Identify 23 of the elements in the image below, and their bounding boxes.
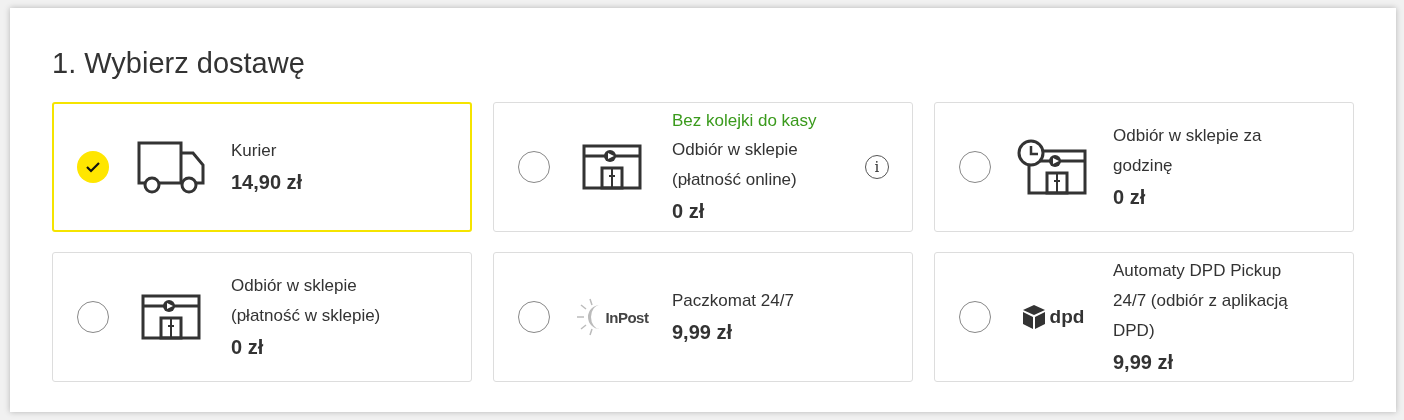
price: 9,99 zł (672, 320, 734, 345)
promo-label: Bez kolejki do kasy (672, 110, 818, 132)
price: 14,90 zł (231, 170, 304, 195)
logo-text: dpd (1049, 306, 1085, 328)
section-title: 1. Wybierz dostawę (52, 46, 306, 80)
price: 0 zł (1113, 185, 1147, 210)
cube-icon (1021, 304, 1046, 330)
store-icon (582, 144, 642, 190)
checkmark-icon (86, 161, 100, 173)
price: 0 zł (672, 199, 706, 224)
price: 0 zł (231, 335, 265, 360)
option-label: Odbiór w sklepie (płatność w sklepie) (231, 275, 382, 327)
store-icon (141, 294, 201, 340)
option-label: Automaty DPD Pickup 24/7 (odbiór z aplikacją DPD) (1113, 260, 1289, 342)
price: 9,99 zł (1113, 350, 1175, 375)
option-label: Paczkomat 24/7 (672, 290, 795, 312)
option-label: Odbiór w sklepie (płatność online) (672, 139, 799, 191)
truck-icon (135, 139, 207, 195)
store-clock-icon (1017, 139, 1089, 195)
option-label: Kurier (231, 140, 278, 162)
radio-button[interactable] (77, 151, 109, 183)
logo-text: InPost (605, 308, 649, 326)
option-label: Odbiór w sklepie za godzinę (1113, 125, 1263, 177)
